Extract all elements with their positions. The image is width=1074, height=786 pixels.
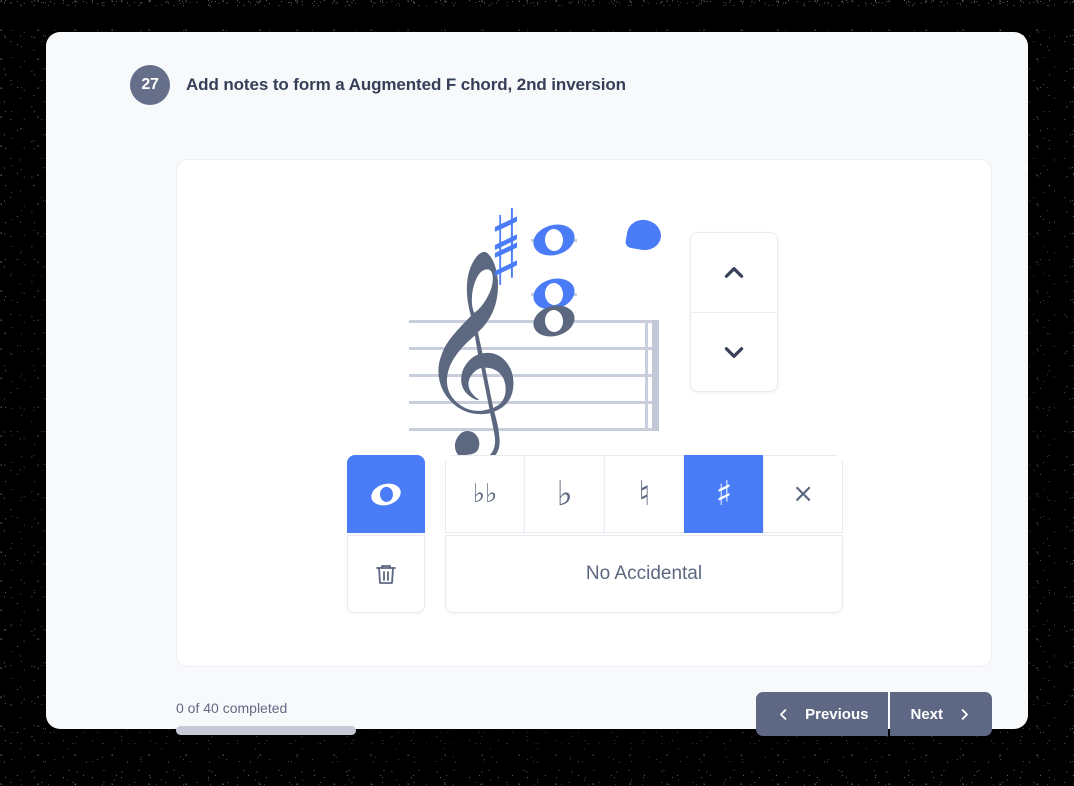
music-notation-area[interactable]: 𝄞 ♯ ♯ [177,160,991,450]
note-top[interactable] [529,219,579,261]
exercise-panel: 𝄞 ♯ ♯ ♭♭ ♭ ♮ ♯ ⨯ No Accidental [176,159,992,667]
pitch-down-button[interactable] [691,312,777,391]
musical-staff[interactable]: 𝄞 ♯ ♯ [409,190,669,440]
previous-button-label: Previous [805,705,869,723]
note-placement-cursor-icon [624,217,664,253]
double-flat-button[interactable]: ♭♭ [444,455,525,533]
next-button[interactable]: Next [890,692,992,736]
no-accidental-button[interactable]: No Accidental [445,535,843,613]
barline-thick [652,320,659,431]
natural-icon: ♮ [638,474,651,514]
note-toolbar: ♭♭ ♭ ♮ ♯ ⨯ No Accidental [347,455,843,613]
exercise-footer: 0 of 40 completed Previous Next [176,692,992,748]
notehead-hole [544,228,564,252]
exercise-prompt: Add notes to form a Augmented F chord, 2… [186,75,626,94]
exercise-number-badge: 27 [130,65,170,105]
next-button-label: Next [910,705,943,723]
progress-label: 0 of 40 completed [176,700,288,716]
pitch-up-button[interactable] [691,233,777,312]
progress-block: 0 of 40 completed [176,700,356,735]
note-bottom[interactable] [529,300,579,342]
flat-icon: ♭ [556,474,573,514]
accidental-button-group: ♭♭ ♭ ♮ ♯ ⨯ [444,455,843,533]
exercise-header: 27 Add notes to form a Augmented F chord… [130,62,996,108]
whole-note-icon [368,479,404,509]
double-sharp-button[interactable]: ⨯ [763,455,843,533]
flat-button[interactable]: ♭ [524,455,604,533]
whole-note-button[interactable] [347,455,425,533]
double-sharp-icon: ⨯ [792,479,815,509]
trash-icon [376,565,396,584]
toolbar-row-actions: No Accidental [347,535,843,613]
staff-sharp-icon: ♯ [489,220,523,302]
navigation-buttons: Previous Next [756,692,992,736]
notehead-hole [544,309,564,333]
progress-bar [176,726,356,735]
previous-button[interactable]: Previous [756,692,889,736]
chevron-down-icon [724,347,744,358]
sharp-icon: ♯ [715,474,733,514]
toolbar-row-accidentals: ♭♭ ♭ ♮ ♯ ⨯ [347,455,843,533]
sharp-button[interactable]: ♯ [683,455,764,533]
barline-thin [645,320,648,431]
exercise-card: 27 Add notes to form a Augmented F chord… [46,32,1028,736]
natural-button[interactable]: ♮ [604,455,684,533]
pitch-stepper [690,232,778,392]
chevron-left-icon [780,708,787,720]
notehead-hole [544,282,564,306]
delete-note-button[interactable] [347,535,425,613]
chevron-right-icon [961,708,968,720]
chevron-up-icon [724,266,744,278]
double-flat-icon: ♭♭ [472,479,498,509]
